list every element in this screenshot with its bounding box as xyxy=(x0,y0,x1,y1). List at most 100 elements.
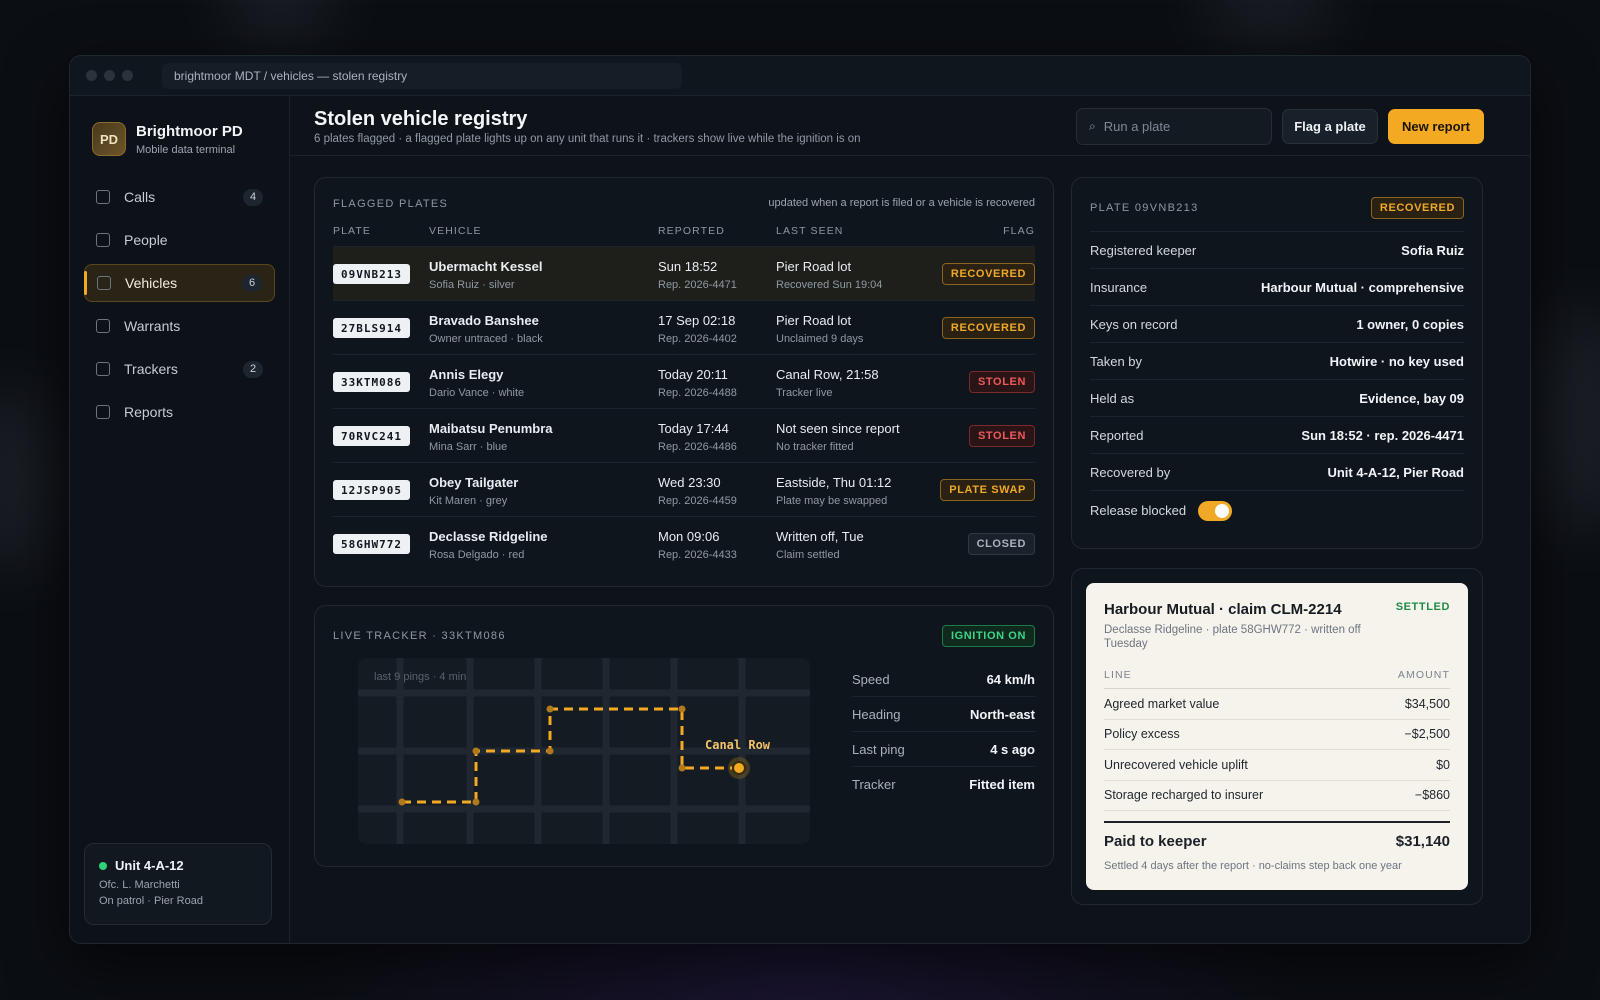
stat-value: 4 s ago xyxy=(990,741,1035,757)
reported-time: Sun 18:52 xyxy=(658,259,718,274)
sidebar-item-reports[interactable]: Reports xyxy=(84,393,275,431)
vehicle-model: Declasse Ridgeline xyxy=(429,529,548,544)
report-number: Rep. 2026-4471 xyxy=(658,279,737,291)
sidebar-item-count: 6 xyxy=(242,274,262,292)
report-number: Rep. 2026-4402 xyxy=(658,333,737,345)
last-seen-note: Tracker live xyxy=(776,387,833,399)
claim-line: Storage recharged to insurer −$860 xyxy=(1104,781,1450,811)
sidebar-item-label: Vehicles xyxy=(125,275,178,291)
vehicle-owner: Sofia Ruiz · silver xyxy=(429,279,515,291)
release-blocked-toggle[interactable] xyxy=(1198,500,1233,521)
checkbox-icon xyxy=(96,405,110,419)
detail-row: Held as Evidence, bay 09 xyxy=(1090,379,1464,416)
sidebar-item-trackers[interactable]: Trackers 2 xyxy=(84,350,275,388)
table-row[interactable]: 09VNB213 Ubermacht Kessel Sofia Ruiz · si… xyxy=(333,246,1035,300)
table-row[interactable]: 70RVC241 Maibatsu Penumbra Mina Sarr · bl… xyxy=(333,408,1035,462)
claim-total-amount: $31,140 xyxy=(1395,833,1450,850)
table-row[interactable]: 12JSP905 Obey Tailgater Kit Maren · grey … xyxy=(333,462,1035,516)
claim-card: Harbour Mutual · claim CLM-2214 SETTLED … xyxy=(1086,583,1468,890)
panel-title: PLATE 09VNB213 xyxy=(1090,202,1199,214)
detail-label: Recovered by xyxy=(1090,464,1171,480)
close-dot[interactable] xyxy=(86,70,97,81)
column-header[interactable]: VEHICLE xyxy=(429,225,482,237)
claim-line-label: Unrecovered vehicle uplift xyxy=(1104,757,1248,772)
vehicle-model: Ubermacht Kessel xyxy=(429,259,543,274)
new-report-button[interactable]: New report xyxy=(1388,109,1484,144)
detail-label: Registered keeper xyxy=(1090,242,1197,258)
detail-label: Held as xyxy=(1090,390,1135,406)
panel-note: updated when a report is filed or a vehi… xyxy=(768,197,1035,209)
last-seen: Written off, Tue xyxy=(776,529,864,544)
vehicle-model: Annis Elegy xyxy=(429,367,504,382)
online-status-icon xyxy=(99,861,107,870)
vehicle-model: Bravado Banshee xyxy=(429,313,539,328)
sidebar-item-calls[interactable]: Calls 4 xyxy=(84,178,275,216)
plate-number: 27BLS914 xyxy=(333,318,410,338)
live-tracker-panel: LIVE TRACKER · 33KTM086 IGNITION ON last… xyxy=(314,605,1054,867)
plate-number: 09VNB213 xyxy=(333,264,410,284)
last-seen: Canal Row, 21:58 xyxy=(776,367,879,382)
sidebar: PD Brightmoor PD Mobile data terminal Ca… xyxy=(70,96,290,943)
table-row[interactable]: 33KTM086 Annis Elegy Dario Vance · white … xyxy=(333,354,1035,408)
stat-label: Last ping xyxy=(852,741,905,757)
sidebar-item-label: Warrants xyxy=(124,318,181,334)
unit-status-card[interactable]: Unit 4-A-12 Ofc. L. Marchetti On patrol … xyxy=(84,843,272,925)
stat-row: Last ping 4 s ago xyxy=(852,732,1035,767)
vehicle-model: Obey Tailgater xyxy=(429,475,519,490)
map-caption: last 9 pings · 4 min xyxy=(374,671,467,683)
claim-table-header: LINE AMOUNT xyxy=(1104,669,1450,689)
ping-point xyxy=(546,705,554,713)
flagged-plates-panel: FLAGGED PLATES updated when a report is … xyxy=(314,177,1054,587)
stat-label: Speed xyxy=(852,671,890,687)
current-location-marker[interactable] xyxy=(732,761,746,775)
sidebar-nav: Calls 4 People Vehicles 6 Warrants Tracker… xyxy=(70,178,289,431)
column-header: LINE xyxy=(1104,669,1132,681)
stat-value: Fitted item xyxy=(969,777,1035,792)
search-input[interactable]: ⌕ Run a plate xyxy=(1076,108,1272,145)
detail-row: Recovered by Unit 4-A-12, Pier Road xyxy=(1090,453,1464,490)
unit-name: Unit 4-A-12 xyxy=(115,858,184,873)
address-bar[interactable]: brightmoor MDT / vehicles — stolen regis… xyxy=(162,62,682,89)
plate-number: 12JSP905 xyxy=(333,480,410,500)
column-header[interactable]: PLATE xyxy=(333,225,371,237)
table-row[interactable]: 27BLS914 Bravado Banshee Owner untraced ·… xyxy=(333,300,1035,354)
stat-label: Tracker xyxy=(852,777,896,792)
report-number: Rep. 2026-4488 xyxy=(658,387,737,399)
detail-value: Evidence, bay 09 xyxy=(1359,390,1464,406)
brand-subtitle: Mobile data terminal xyxy=(136,143,236,156)
maximize-dot[interactable] xyxy=(122,70,133,81)
search-placeholder: Run a plate xyxy=(1103,119,1171,134)
vehicle-owner: Rosa Delgado · red xyxy=(429,549,525,561)
page-subtitle: 6 plates flagged · a flagged plate light… xyxy=(314,133,861,145)
column-header[interactable]: FLAG xyxy=(1003,225,1035,237)
ping-point xyxy=(472,747,480,755)
detail-value: Sofia Ruiz xyxy=(1401,242,1464,258)
stat-value: North-east xyxy=(969,706,1035,722)
checkbox-icon xyxy=(96,362,110,376)
sidebar-item-warrants[interactable]: Warrants xyxy=(84,307,275,345)
detail-row: Keys on record 1 owner, 0 copies xyxy=(1090,305,1464,342)
claim-line-amount: $0 xyxy=(1436,757,1450,772)
table-row[interactable]: 58GHW772 Declasse Ridgeline Rosa Delgado … xyxy=(333,516,1035,570)
sidebar-item-people[interactable]: People xyxy=(84,221,275,259)
detail-value: Unit 4-A-12, Pier Road xyxy=(1327,464,1464,480)
column-header[interactable]: LAST SEEN xyxy=(776,225,843,237)
detail-value: Hotwire · no key used xyxy=(1329,353,1464,369)
sidebar-item-vehicles[interactable]: Vehicles 6 xyxy=(84,264,275,302)
stat-row: Tracker Fitted item xyxy=(852,767,1035,802)
vehicle-model: Maibatsu Penumbra xyxy=(429,421,553,436)
detail-row: Taken by Hotwire · no key used xyxy=(1090,342,1464,379)
stat-row: Heading North-east xyxy=(852,697,1035,732)
claim-line-label: Policy excess xyxy=(1104,727,1180,742)
release-row: Release blocked xyxy=(1090,490,1464,530)
report-number: Rep. 2026-4433 xyxy=(658,549,737,561)
column-header: AMOUNT xyxy=(1397,669,1450,681)
tracker-map[interactable]: last 9 pings · 4 min Canal Row xyxy=(358,658,810,844)
flag-plate-button[interactable]: Flag a plate xyxy=(1282,109,1378,144)
minimize-dot[interactable] xyxy=(104,70,115,81)
vehicle-owner: Mina Sarr · blue xyxy=(429,441,508,453)
column-header[interactable]: REPORTED xyxy=(658,225,725,237)
report-number: Rep. 2026-4486 xyxy=(658,441,737,453)
unit-status: On patrol · Pier Road xyxy=(99,895,203,907)
detail-value: Sun 18:52 · rep. 2026-4471 xyxy=(1301,427,1464,443)
